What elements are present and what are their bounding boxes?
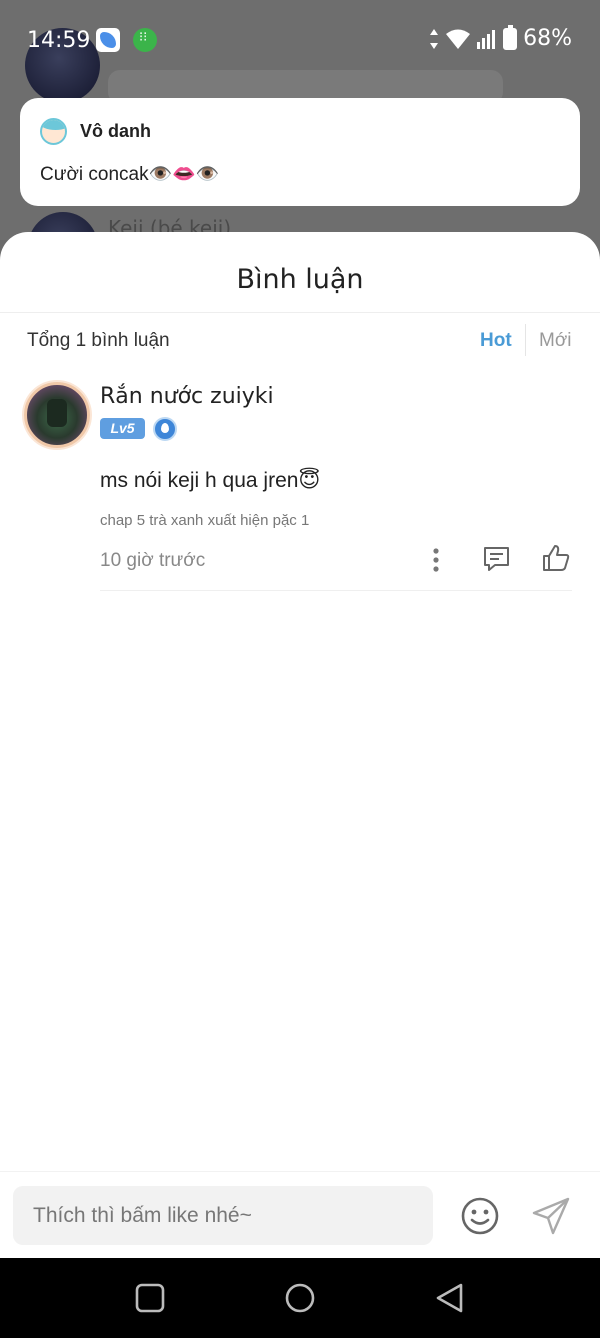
notification-avatar [40,118,67,145]
reply-icon[interactable] [482,545,511,574]
sort-hot-tab[interactable]: Hot [480,330,512,352]
wifi-icon [446,29,471,49]
status-bar: 14:59 68% [0,22,600,62]
recent-apps-icon[interactable] [134,1282,166,1314]
data-transfer-icon [430,28,439,49]
like-icon[interactable] [541,543,571,573]
sheet-title: Bình luận [236,264,364,295]
comment-divider [100,590,572,591]
notification-name: Vô danh [80,121,151,141]
sort-new-tab[interactable]: Mới [539,330,572,352]
send-icon[interactable] [531,1196,571,1236]
comments-sheet: Bình luận Tổng 1 bình luận Hot Mới Rắn n… [0,232,600,1258]
comment-text: ms nói keji h qua jren😇 [100,469,321,492]
comment-input[interactable] [13,1186,433,1245]
rank-drop-icon [153,417,177,441]
android-notification-icon [133,28,157,52]
avatar[interactable] [24,382,90,448]
notification-message: Cười concak👁️👄👁️ [40,164,220,185]
signal-icon [477,29,496,49]
system-nav-bar [0,1258,600,1338]
title-divider [0,312,600,313]
notification-card[interactable]: Vô danh Cười concak👁️👄👁️ [20,98,580,206]
battery-icon [503,24,518,50]
comment-time: 10 giờ trước [100,550,206,571]
comment-total: Tổng 1 bình luận [27,330,170,351]
more-options-icon[interactable] [426,546,446,574]
battery-percent: 68% [523,26,572,51]
status-time: 14:59 [27,28,91,53]
comment-chapter[interactable]: chap 5 trà xanh xuất hiện pặc 1 [100,512,309,529]
back-icon[interactable] [434,1282,466,1314]
app-notification-icon [96,28,120,52]
comment-author[interactable]: Rắn nước zuiyki [100,384,274,409]
emoji-icon[interactable] [460,1196,500,1236]
comment-input-bar [0,1171,600,1258]
sort-divider [525,324,526,356]
level-badge: Lv5 [100,418,145,439]
home-icon[interactable] [284,1282,316,1314]
status-indicators: 68% [429,24,572,51]
